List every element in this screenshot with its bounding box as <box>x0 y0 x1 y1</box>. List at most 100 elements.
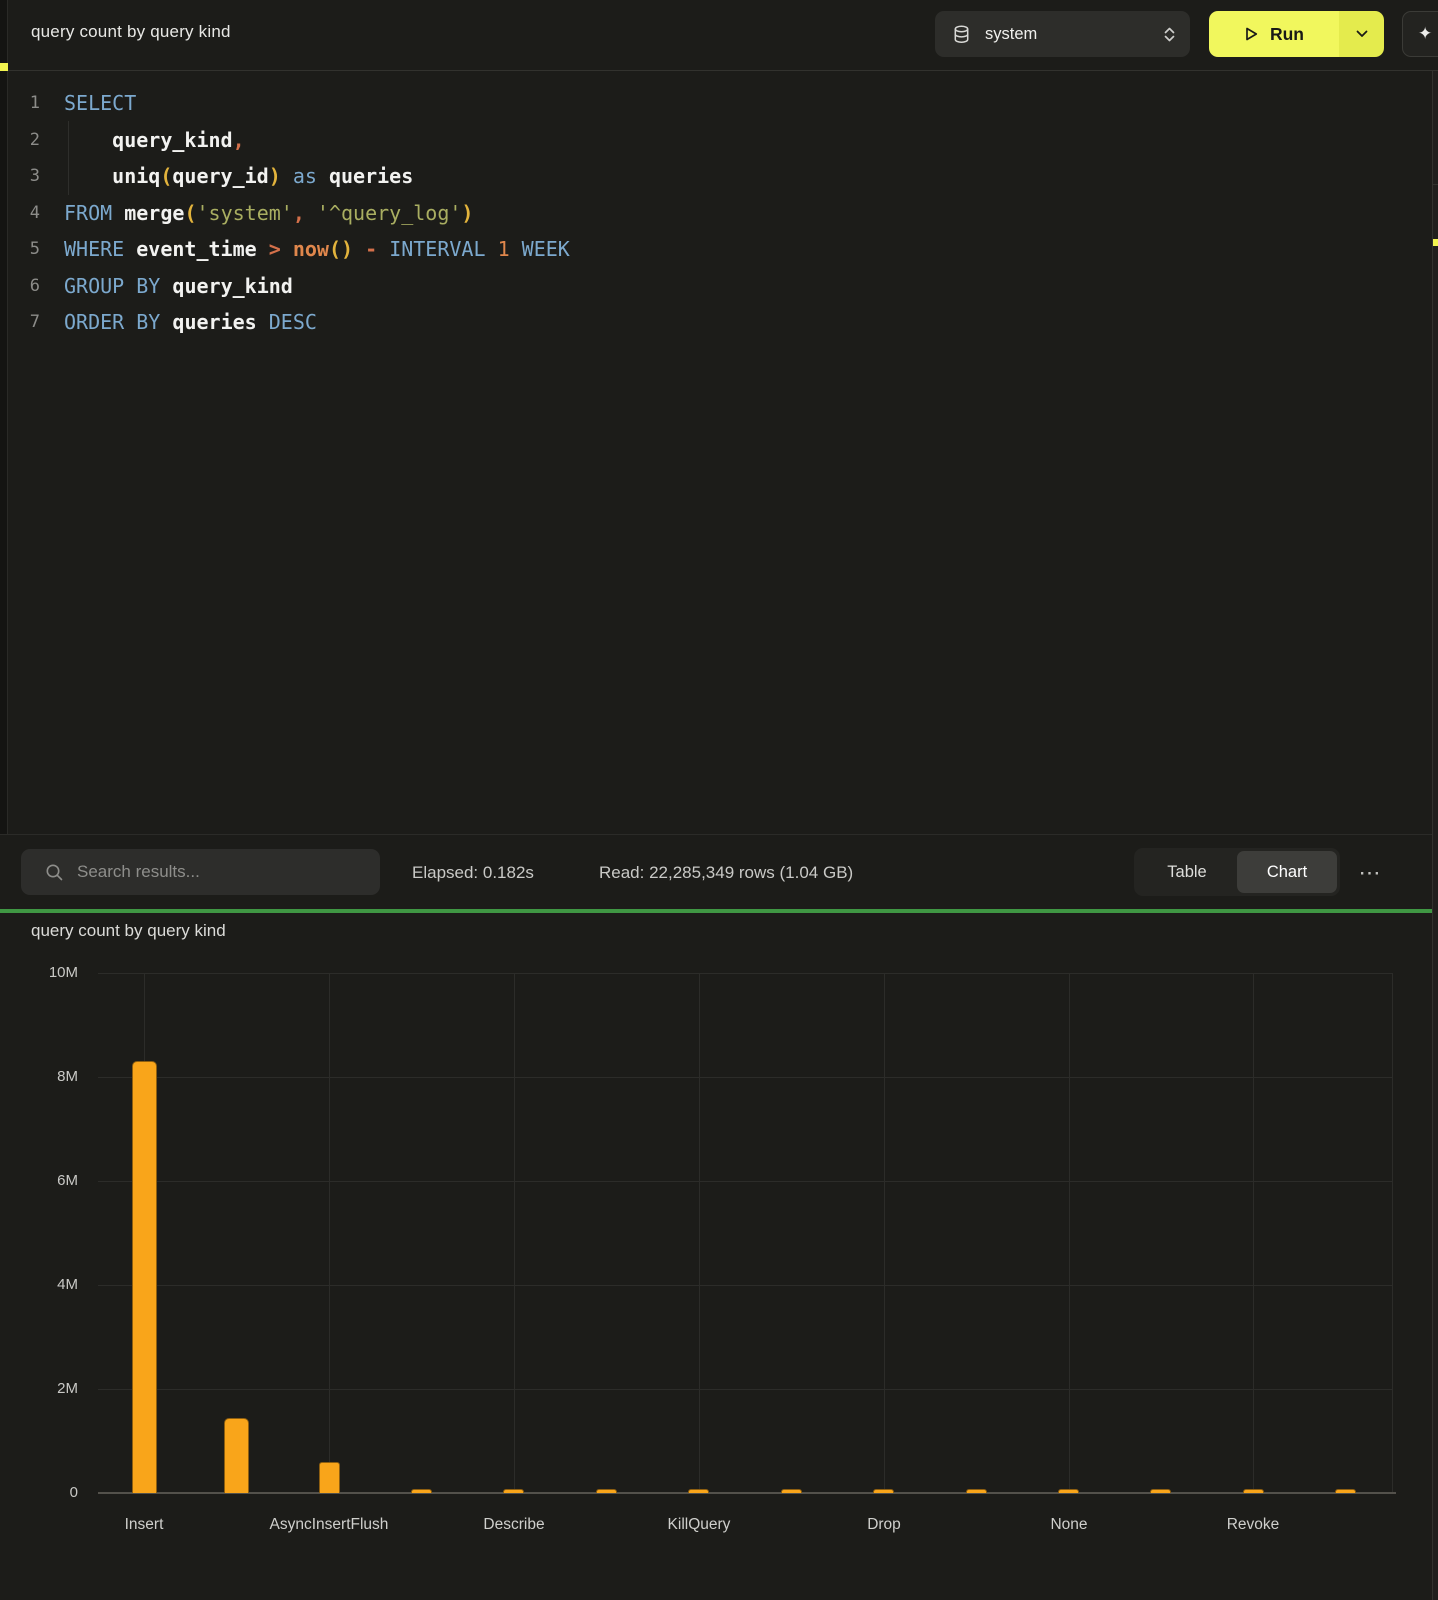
bar-chart: 10M8M6M4M2M0InsertAsyncInsertFlushDescri… <box>0 913 1438 1600</box>
code-token: merge <box>124 201 184 225</box>
sql-editor[interactable]: 1SELECT2 query_kind,3 uniq(query_id) as … <box>8 71 1432 834</box>
sparkle-button[interactable]: ✦ <box>1402 11 1438 57</box>
tab-table[interactable]: Table <box>1137 851 1237 893</box>
code-token <box>353 237 365 261</box>
code-line-3[interactable]: 3 uniq(query_id) as queries <box>8 158 1432 195</box>
line-number: 7 <box>8 304 40 341</box>
code-line-4[interactable]: 4FROM merge('system', '^query_log') <box>8 195 1432 232</box>
play-icon <box>1244 26 1259 42</box>
code-token: BY <box>136 274 160 298</box>
gridline-v <box>1069 973 1070 1493</box>
code-token <box>64 164 112 188</box>
bar-None[interactable] <box>1058 1489 1079 1493</box>
read-stat: Read: 22,285,349 rows (1.04 GB) <box>599 835 853 910</box>
gridline-h <box>98 1285 1392 1286</box>
code-token: WEEK <box>522 237 570 261</box>
code-token <box>317 164 329 188</box>
code-token: ORDER <box>64 310 124 334</box>
code-token: DESC <box>269 310 317 334</box>
code-token: query_kind <box>112 128 232 152</box>
code-line-2[interactable]: 2 query_kind, <box>8 122 1432 159</box>
code-token <box>281 237 293 261</box>
code-token: now <box>293 237 329 261</box>
code-token: > <box>269 237 281 261</box>
chart-panel: query count by query kind 10M8M6M4M2M0In… <box>0 913 1438 1600</box>
bar-Insert[interactable] <box>132 1061 157 1493</box>
query-tab-title: query count by query kind <box>31 22 231 42</box>
bar-col-8[interactable] <box>781 1489 802 1493</box>
x-axis-label: Drop <box>794 1515 974 1535</box>
more-options-button[interactable]: ⋯ <box>1350 835 1390 910</box>
bar-col-14[interactable] <box>1335 1489 1356 1493</box>
gridline-v <box>699 973 700 1493</box>
bar-Describe[interactable] <box>503 1489 524 1493</box>
search-input[interactable] <box>77 862 347 882</box>
code-token <box>64 128 112 152</box>
database-icon <box>953 25 970 44</box>
code-token <box>377 237 389 261</box>
x-axis-label: Insert <box>54 1515 234 1535</box>
bar-col-4[interactable] <box>411 1489 432 1493</box>
code-token <box>281 164 293 188</box>
code-token <box>257 310 269 334</box>
code-token <box>124 310 136 334</box>
y-axis-label: 2M <box>18 1379 78 1399</box>
bar-Drop[interactable] <box>873 1489 894 1493</box>
code-token: WHERE <box>64 237 124 261</box>
bar-Revoke[interactable] <box>1243 1489 1264 1493</box>
gridline-h <box>98 1077 1392 1078</box>
ellipsis-icon: ⋯ <box>1359 860 1382 886</box>
bar-col-12[interactable] <box>1150 1489 1171 1493</box>
bar-col-2[interactable] <box>224 1418 249 1493</box>
code-token: ( <box>184 201 196 225</box>
database-selector[interactable]: system <box>935 11 1190 57</box>
code-token: SELECT <box>64 91 136 115</box>
bar-AsyncInsertFlush[interactable] <box>319 1462 340 1493</box>
code-token: query_id <box>172 164 268 188</box>
line-number: 2 <box>8 122 40 159</box>
code-token <box>160 274 172 298</box>
bar-KillQuery[interactable] <box>688 1489 709 1493</box>
code-token <box>112 201 124 225</box>
code-text: FROM merge('system', '^query_log') <box>64 195 473 232</box>
code-text: GROUP BY query_kind <box>64 268 293 305</box>
code-token: ) <box>269 164 281 188</box>
code-token <box>124 237 136 261</box>
indent-guide <box>68 121 69 195</box>
run-button-main[interactable]: Run <box>1209 11 1339 57</box>
code-line-5[interactable]: 5WHERE event_time > now() - INTERVAL 1 W… <box>8 231 1432 268</box>
search-results-box[interactable] <box>21 849 380 895</box>
code-token: INTERVAL <box>389 237 485 261</box>
line-number: 6 <box>8 268 40 305</box>
bar-col-6[interactable] <box>596 1489 617 1493</box>
code-text: SELECT <box>64 85 136 122</box>
tab-chart[interactable]: Chart <box>1237 851 1337 893</box>
view-toggle: Table Chart <box>1134 848 1340 896</box>
code-token <box>486 237 498 261</box>
line-number: 3 <box>8 158 40 195</box>
gridline-h <box>98 1389 1392 1390</box>
sql-console-window: query count by query kind system Run <box>0 0 1438 1600</box>
x-axis-label: Describe <box>424 1515 604 1535</box>
left-yellow-marker <box>0 63 8 71</box>
right-yellow-marker <box>1433 239 1438 246</box>
y-axis-label: 10M <box>18 963 78 983</box>
chevron-up-down-icon <box>1163 26 1176 43</box>
code-text: WHERE event_time > now() - INTERVAL 1 WE… <box>64 231 570 268</box>
right-edge-rail[interactable] <box>1432 71 1438 1600</box>
x-axis-label: KillQuery <box>609 1515 789 1535</box>
code-line-6[interactable]: 6 GROUP BY query_kind <box>8 268 1432 305</box>
code-token: ( <box>160 164 172 188</box>
run-options-button[interactable] <box>1339 11 1384 57</box>
code-line-7[interactable]: 7ORDER BY queries DESC <box>8 304 1432 341</box>
code-token: GROUP <box>64 274 124 298</box>
gridline-v <box>329 973 330 1493</box>
code-line-1[interactable]: 1SELECT <box>8 85 1432 122</box>
code-token <box>510 237 522 261</box>
code-token <box>160 310 172 334</box>
sparkle-icon: ✦ <box>1418 24 1432 44</box>
bar-col-10[interactable] <box>966 1489 987 1493</box>
results-toolbar: Elapsed: 0.182s Read: 22,285,349 rows (1… <box>0 834 1438 909</box>
run-button[interactable]: Run <box>1209 11 1384 57</box>
code-token: FROM <box>64 201 112 225</box>
